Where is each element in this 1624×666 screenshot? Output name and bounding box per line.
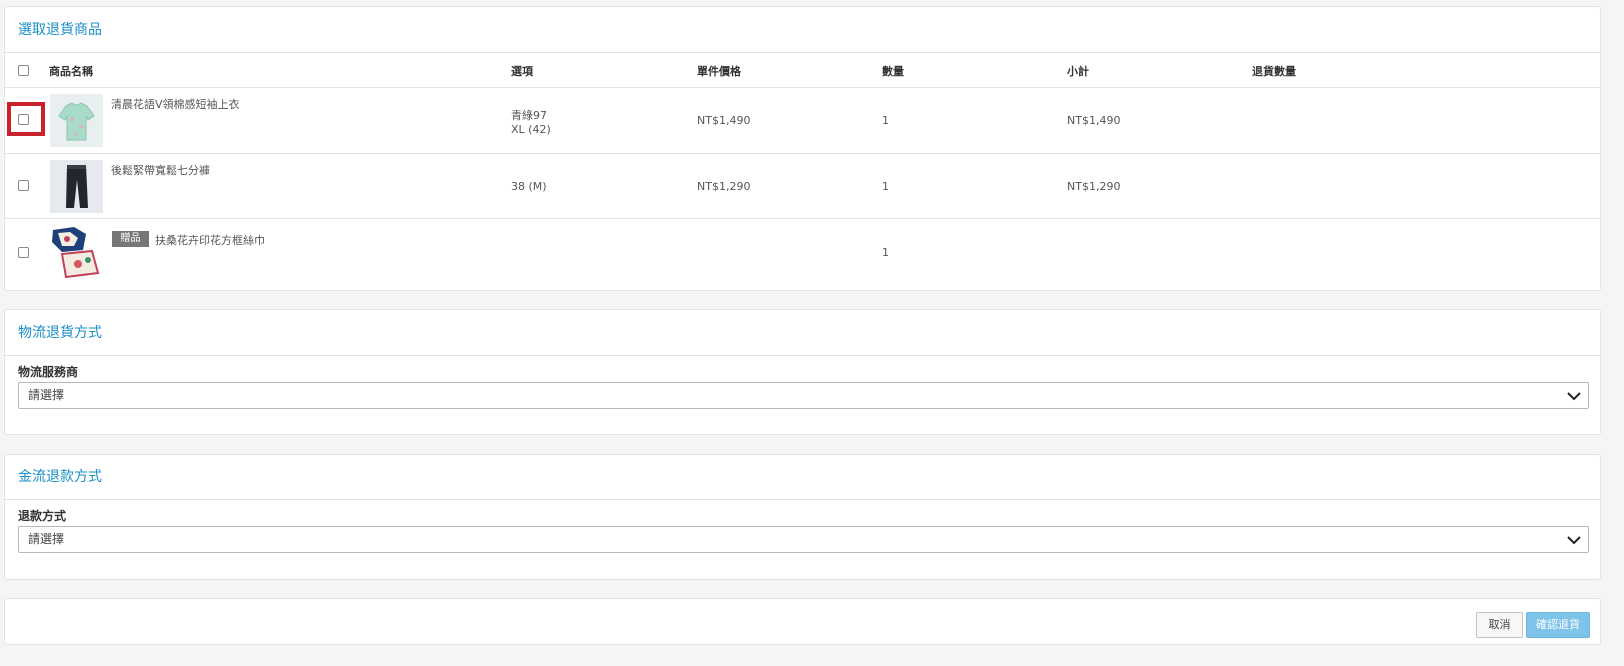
subtotal: NT$1,290 <box>1067 180 1121 193</box>
cancel-button[interactable]: 取消 <box>1476 612 1523 638</box>
quantity: 1 <box>882 180 889 193</box>
refund-method-label: 退款方式 <box>18 509 67 523</box>
product-name: 後鬆緊帶寬鬆七分褲 <box>111 164 210 177</box>
items-table-header: 商品名稱 選項 單件價格 數量 小計 退貨數量 <box>5 54 1600 88</box>
product-name: 清晨花語V領棉感短袖上衣 <box>111 98 240 111</box>
confirm-return-button[interactable]: 確認退貨 <box>1526 612 1590 638</box>
product-image <box>50 160 103 213</box>
col-name: 商品名稱 <box>49 65 93 78</box>
actions-panel: 取消 確認退貨 <box>4 598 1601 645</box>
col-return-qty: 退貨數量 <box>1252 65 1296 78</box>
table-row: 後鬆緊帶寬鬆七分褲 38 (M) NT$1,290 1 NT$1,290 <box>5 154 1600 219</box>
logistics-provider-label: 物流服務商 <box>18 365 79 379</box>
quantity: 1 <box>882 246 889 259</box>
option-size: 38 (M) <box>511 180 547 193</box>
chevron-down-icon <box>1567 536 1581 545</box>
table-row: 清晨花語V領棉感短袖上衣 青綠97 XL (42) NT$1,490 1 NT$… <box>5 88 1600 154</box>
return-items-title: 選取退貨商品 <box>5 7 1600 53</box>
product-name: 扶桑花卉印花方框絲巾 <box>155 234 265 247</box>
unit-price: NT$1,490 <box>697 114 751 127</box>
col-option: 選項 <box>511 65 533 78</box>
option-size: XL (42) <box>511 123 551 136</box>
return-items-panel: 選取退貨商品 商品名稱 選項 單件價格 數量 小計 退貨數量 清晨花語V領棉感短… <box>4 6 1601 291</box>
item-checkbox[interactable] <box>18 114 29 125</box>
refund-selected-value: 請選擇 <box>28 532 65 546</box>
chevron-down-icon <box>1567 392 1581 401</box>
item-checkbox[interactable] <box>18 247 29 258</box>
product-image <box>50 226 103 279</box>
table-row: 贈品 扶桑花卉印花方框絲巾 1 <box>5 219 1600 285</box>
col-unit-price: 單件價格 <box>697 65 741 78</box>
col-subtotal: 小計 <box>1067 65 1089 78</box>
option-color: 青綠97 <box>511 109 547 122</box>
subtotal: NT$1,490 <box>1067 114 1121 127</box>
logistics-provider-select[interactable]: 請選擇 <box>18 382 1589 409</box>
logistics-panel: 物流退貨方式 物流服務商 請選擇 <box>4 309 1601 435</box>
refund-method-select[interactable]: 請選擇 <box>18 526 1589 553</box>
logistics-title: 物流退貨方式 <box>5 310 1600 356</box>
refund-panel: 金流退款方式 退款方式 請選擇 <box>4 454 1601 580</box>
select-all-checkbox[interactable] <box>18 65 29 76</box>
product-image <box>50 94 103 147</box>
col-quantity: 數量 <box>882 65 904 78</box>
gift-badge: 贈品 <box>112 231 149 247</box>
refund-title: 金流退款方式 <box>5 455 1600 500</box>
logistics-selected-value: 請選擇 <box>28 388 65 402</box>
unit-price: NT$1,290 <box>697 180 751 193</box>
item-checkbox[interactable] <box>18 180 29 191</box>
quantity: 1 <box>882 114 889 127</box>
